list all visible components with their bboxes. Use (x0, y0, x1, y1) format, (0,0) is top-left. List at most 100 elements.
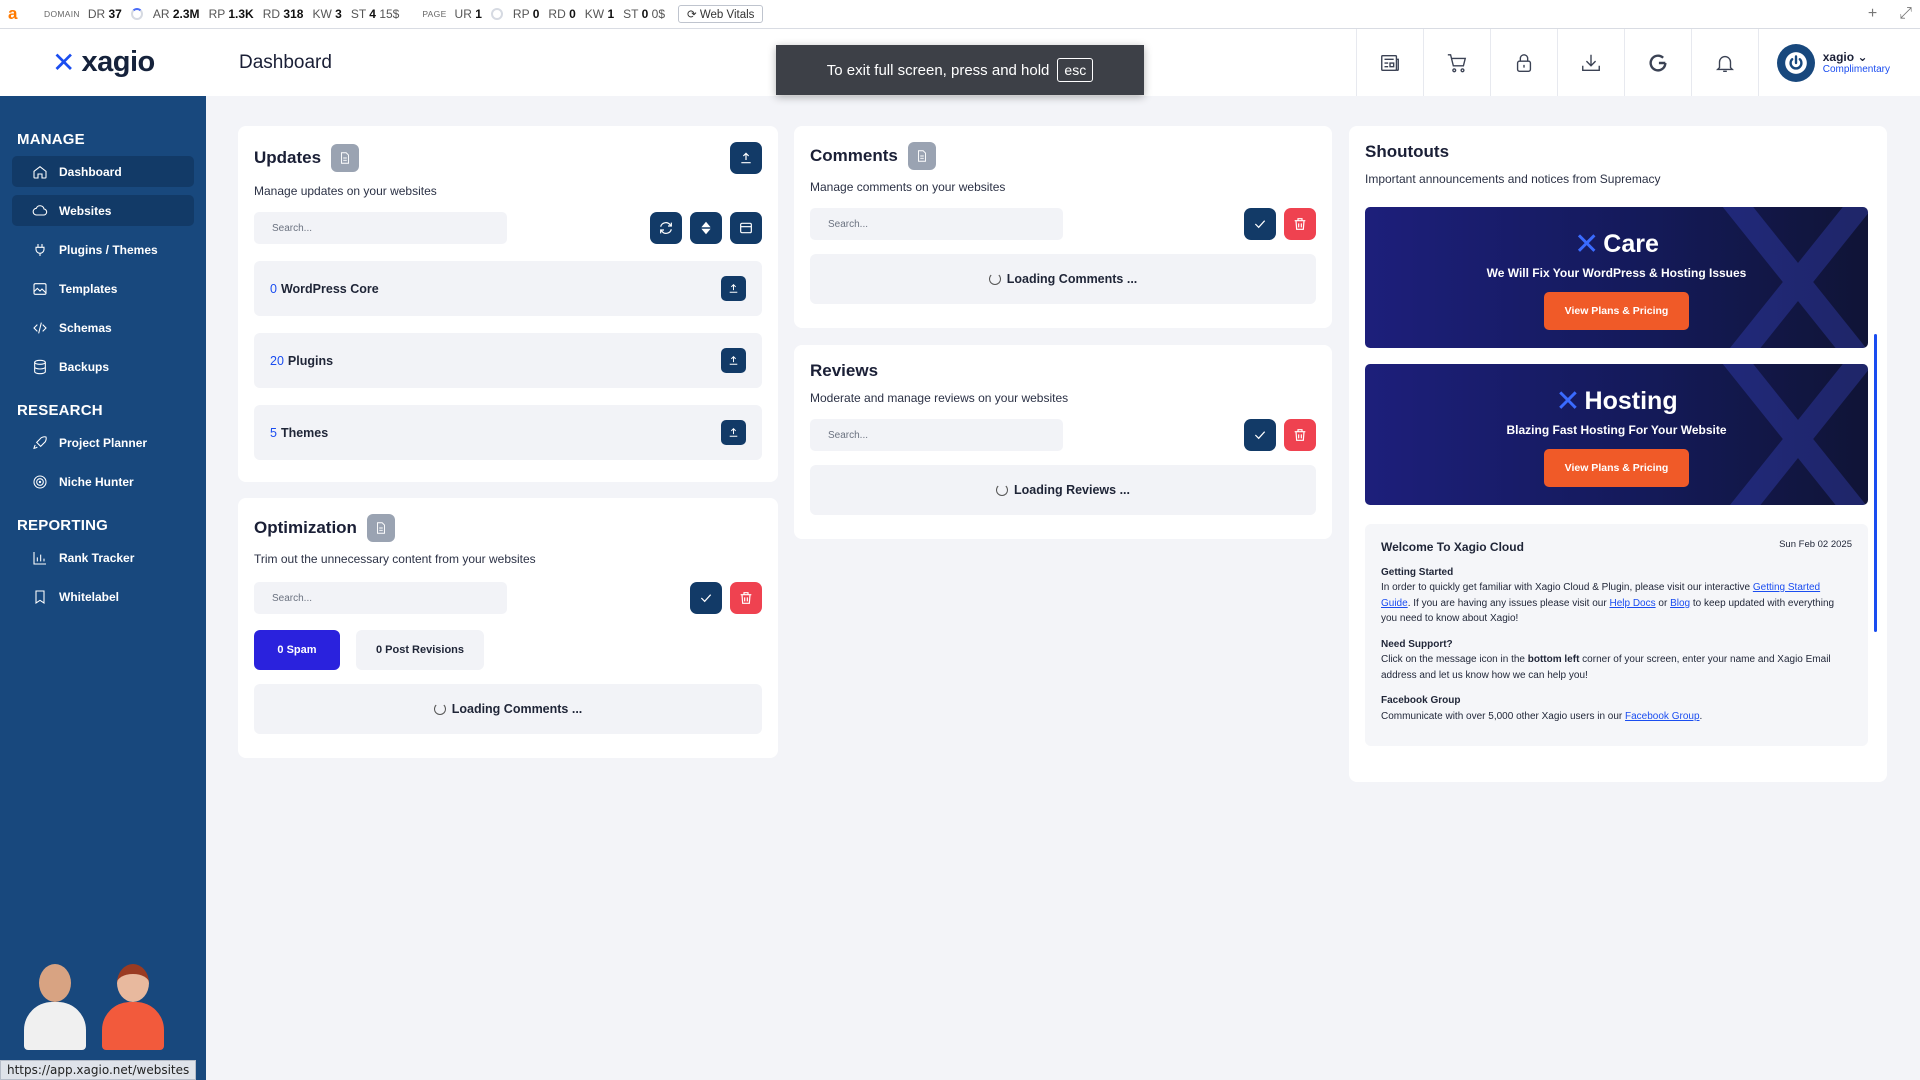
archive-button[interactable] (730, 212, 762, 244)
x-pattern-icon (1722, 207, 1868, 348)
x-pattern-icon (1722, 364, 1868, 505)
updates-search-input[interactable]: Search... (254, 212, 507, 244)
delete-reviews-button[interactable] (1284, 419, 1316, 451)
document-icon[interactable] (907, 142, 936, 170)
xagio-mark-icon: ✕ (52, 47, 76, 78)
xagio-mark-icon: ✕ (1574, 228, 1600, 261)
cart-icon[interactable] (1422, 29, 1490, 96)
expand-icon[interactable]: ⤢ (1899, 5, 1912, 23)
spinner-icon (988, 273, 1001, 285)
database-icon (34, 359, 46, 374)
sidebar-item-project-planner[interactable]: Project Planner (12, 427, 194, 458)
page-tag: PAGE (422, 9, 447, 19)
document-icon[interactable] (331, 144, 360, 172)
reviews-subtitle: Moderate and manage reviews on your webs… (810, 391, 1069, 405)
hosting-brand: Hosting (1584, 387, 1678, 415)
trash-icon (740, 592, 752, 604)
sort-button[interactable] (690, 212, 722, 244)
section-manage: MANAGE (17, 130, 85, 148)
update-themes-button[interactable] (721, 420, 746, 445)
plug-icon (35, 243, 45, 256)
sidebar-item-plugins-themes[interactable]: Plugins / Themes (12, 234, 194, 265)
care-pricing-button[interactable]: View Plans & Pricing (1544, 292, 1689, 330)
stat-dr[interactable]: DR 37 (88, 7, 122, 21)
brand-logo[interactable]: ✕ xagio (0, 29, 206, 96)
post-revisions-button[interactable]: 0 Post Revisions (356, 630, 484, 670)
plus-icon[interactable]: + (1868, 5, 1877, 23)
bell-icon[interactable] (1690, 29, 1758, 96)
refresh-button[interactable] (650, 212, 682, 244)
update-all-button[interactable] (730, 142, 762, 174)
document-icon[interactable] (366, 514, 395, 542)
need-support-text: Click on the message icon in the bottom … (1381, 654, 1831, 681)
stat-rd[interactable]: RD 318 (263, 7, 304, 21)
esc-key: esc (1057, 58, 1094, 82)
stat-rp[interactable]: RP 1.3K (209, 7, 254, 21)
google-icon[interactable] (1623, 29, 1691, 96)
archive-icon (740, 222, 752, 234)
cloud-icon (32, 204, 48, 216)
update-item-themes[interactable]: 5 Themes (254, 405, 762, 460)
blog-link[interactable]: Blog (1670, 598, 1690, 609)
reviews-search-input[interactable]: Search... (810, 419, 1063, 451)
need-support-title: Need Support? (1381, 638, 1453, 650)
stat-page-rd[interactable]: RD 0 (548, 7, 575, 21)
approve-comments-button[interactable] (1244, 208, 1276, 240)
shoutouts-scrollbar[interactable] (1874, 334, 1877, 632)
sidebar-item-whitelabel[interactable]: Whitelabel (12, 581, 194, 612)
approve-reviews-button[interactable] (1244, 419, 1276, 451)
lock-icon[interactable] (1489, 29, 1557, 96)
support-team-photo[interactable] (24, 960, 184, 1050)
news-icon[interactable] (1355, 29, 1423, 96)
stat-ur[interactable]: UR 1 (455, 7, 482, 21)
care-promo-banner[interactable]: ✕ Care We Will Fix Your WordPress & Hosti… (1365, 207, 1868, 348)
fullscreen-toast-text: To exit full screen, press and hold (826, 61, 1050, 79)
hosting-tagline: Blazing Fast Hosting For Your Website (1506, 423, 1727, 437)
shoutouts-title: Shoutouts (1365, 142, 1450, 161)
target-icon (33, 474, 47, 489)
sidebar-item-rank-tracker[interactable]: Rank Tracker (12, 542, 194, 573)
download-icon[interactable] (1556, 29, 1624, 96)
optimization-subtitle: Trim out the unnecessary content from yo… (254, 552, 536, 566)
sidebar-item-niche-hunter[interactable]: Niche Hunter (12, 466, 194, 497)
stat-page-rp[interactable]: RP 0 (513, 7, 539, 21)
upload-icon (729, 428, 738, 437)
stat-ar[interactable]: AR 2.3M (153, 7, 200, 21)
comments-card: Comments Manage comments on your website… (794, 126, 1332, 328)
approve-button[interactable] (690, 582, 722, 614)
facebook-group-link[interactable]: Facebook Group (1625, 711, 1700, 722)
stat-kw[interactable]: KW 3 (312, 7, 341, 21)
optimization-search-input[interactable]: Search... (254, 582, 507, 614)
shoutouts-card: Shoutouts Important announcements and no… (1349, 126, 1887, 782)
stat-page-st[interactable]: ST 0 0$ (623, 7, 665, 21)
delete-comments-button[interactable] (1284, 208, 1316, 240)
update-core-button[interactable] (721, 276, 746, 301)
user-menu[interactable]: xagio ⌄ Complimentary (1757, 29, 1920, 96)
optimization-card: Optimization Trim out the unnecessary co… (238, 498, 778, 758)
update-plugins-button[interactable] (721, 348, 746, 373)
spam-button[interactable]: 0 Spam (254, 630, 340, 670)
comments-search-input[interactable]: Search... (810, 208, 1063, 240)
upload-icon (741, 152, 751, 164)
delete-button[interactable] (730, 582, 762, 614)
sidebar-item-templates[interactable]: Templates (12, 273, 194, 304)
update-item-plugins[interactable]: 20 Plugins (254, 333, 762, 388)
help-docs-link[interactable]: Help Docs (1609, 598, 1655, 609)
web-vitals-button[interactable]: ⟳ Web Vitals (678, 5, 764, 23)
rocket-icon (33, 435, 47, 449)
update-item-wordpress-core[interactable]: 0 WordPress Core (254, 261, 762, 316)
sidebar-item-backups[interactable]: Backups (12, 351, 194, 382)
bookmark-icon (35, 589, 45, 604)
sidebar-item-dashboard[interactable]: Dashboard (12, 156, 194, 187)
hosting-promo-banner[interactable]: ✕ Hosting Blazing Fast Hosting For Your W… (1365, 364, 1868, 505)
stat-st[interactable]: ST 4 15$ (351, 7, 400, 21)
hosting-pricing-button[interactable]: View Plans & Pricing (1544, 449, 1689, 487)
welcome-date: Sun Feb 02 2025 (1779, 539, 1852, 550)
comments-loading: Loading Comments ... (810, 254, 1316, 304)
sidebar-item-schemas[interactable]: Schemas (12, 312, 194, 343)
stat-page-kw[interactable]: KW 1 (585, 7, 614, 21)
ahrefs-logo[interactable]: a (8, 4, 30, 24)
spinner-icon (996, 484, 1008, 496)
sidebar-item-websites[interactable]: Websites (12, 195, 194, 226)
optimization-loading: Loading Comments ... (254, 684, 762, 734)
